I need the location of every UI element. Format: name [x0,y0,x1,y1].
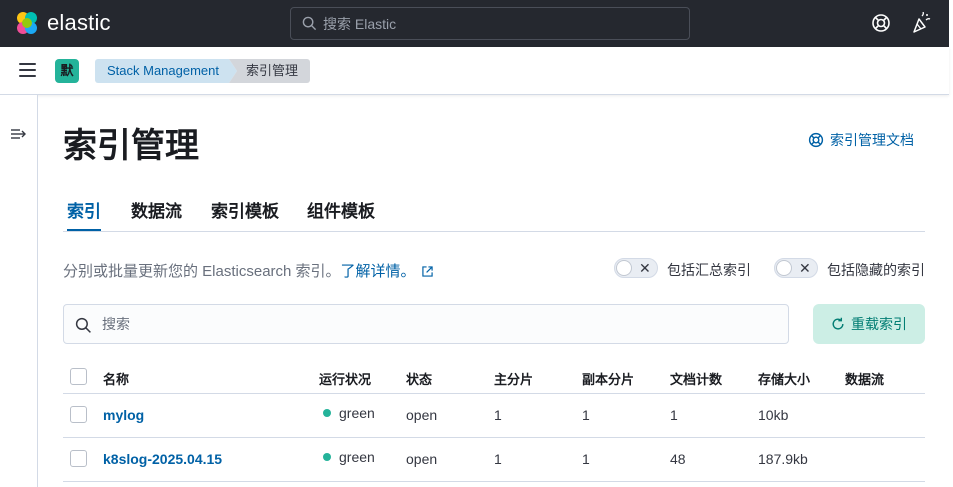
breadcrumb-index-management: 索引管理 [229,59,311,83]
tabs: 索引 数据流 索引模板 组件模板 [63,192,925,232]
hidden-indices-switch[interactable]: ✕ [774,258,818,278]
table-row: mylog green open 1 1 1 10kb [63,394,925,438]
description-text: 分别或批量更新您的 Elasticsearch 索引。 [63,263,341,280]
index-search[interactable] [63,304,789,344]
tab-data-streams[interactable]: 数据流 [131,197,182,231]
rollup-indices-switch[interactable]: ✕ [614,258,658,278]
select-all-checkbox[interactable] [70,368,87,385]
index-search-input[interactable] [102,305,782,343]
dock-nav-icon[interactable] [11,128,27,140]
column-header-storage-size[interactable]: 存储大小 [758,369,810,388]
column-header-health[interactable]: 运行状况 [319,369,371,388]
index-name-link[interactable]: k8slog-2025.04.15 [103,451,222,467]
tab-indices[interactable]: 索引 [67,197,101,231]
page-description: 分别或批量更新您的 Elasticsearch 索引。了解详情。 [63,260,433,281]
storage-size-cell: 10kb [758,407,789,423]
breadcrumb-stack-management[interactable]: Stack Management [95,59,237,83]
health-dot-icon [323,453,331,461]
global-search[interactable] [290,7,690,40]
docs-link-label: 索引管理文档 [830,132,914,148]
tab-index-templates[interactable]: 索引模板 [211,197,279,231]
primaries-cell: 1 [494,451,502,467]
column-header-status[interactable]: 状态 [406,369,432,388]
breadcrumb-bar: 默 Stack Management 索引管理 [0,47,949,95]
health-cell: green [323,449,375,465]
docs-link[interactable]: 索引管理文档 [808,130,914,150]
learn-more-link[interactable]: 了解详情。 [341,263,416,280]
tab-component-templates[interactable]: 组件模板 [307,197,375,231]
cross-icon: ✕ [639,260,651,276]
reload-indices-label: 重载索引 [851,316,907,332]
external-link-icon[interactable] [421,266,433,277]
health-dot-icon [323,409,331,417]
refresh-icon [832,317,844,330]
side-nav [0,95,38,487]
row-checkbox[interactable] [70,406,87,423]
column-header-primaries[interactable]: 主分片 [494,369,533,388]
replicas-cell: 1 [582,451,590,467]
global-search-input[interactable] [323,8,683,39]
docs-count-cell: 48 [670,451,686,467]
help-docs-icon [808,132,824,148]
table-header: 名称 运行状况 状态 主分片 副本分片 文档计数 存储大小 数据流 [63,360,925,394]
brand-name[interactable]: elastic [47,10,111,36]
column-header-docs-count[interactable]: 文档计数 [670,369,722,388]
switch-knob [776,260,792,276]
column-header-name[interactable]: 名称 [103,369,129,388]
indices-table: 名称 运行状况 状态 主分片 副本分片 文档计数 存储大小 数据流 mylog … [63,360,925,482]
search-icon [302,16,317,31]
column-header-replicas[interactable]: 副本分片 [582,369,634,388]
global-header: elastic [0,0,949,47]
reload-indices-button[interactable]: 重载索引 [813,304,925,344]
status-cell: open [406,407,438,423]
docs-count-cell: 1 [670,407,678,423]
newsfeed-cheer-icon[interactable] [911,12,931,34]
search-icon [75,317,91,333]
column-header-data-stream[interactable]: 数据流 [845,369,884,388]
page-title: 索引管理 [63,127,199,165]
health-value: green [339,405,375,421]
replicas-cell: 1 [582,407,590,423]
space-avatar[interactable]: 默 [55,59,79,83]
menu-toggle-icon[interactable] [19,63,36,77]
rollup-indices-label[interactable]: 包括汇总索引 [667,260,751,280]
table-row: k8slog-2025.04.15 green open 1 1 48 187.… [63,438,925,482]
row-checkbox[interactable] [70,450,87,467]
elastic-logo-icon[interactable] [14,10,40,36]
primaries-cell: 1 [494,407,502,423]
help-icon[interactable] [871,13,891,33]
switch-knob [616,260,632,276]
health-value: green [339,449,375,465]
index-name-link[interactable]: mylog [103,407,144,423]
status-cell: open [406,451,438,467]
storage-size-cell: 187.9kb [758,451,808,467]
cross-icon: ✕ [799,260,811,276]
hidden-indices-label[interactable]: 包括隐藏的索引 [827,260,925,280]
health-cell: green [323,405,375,421]
